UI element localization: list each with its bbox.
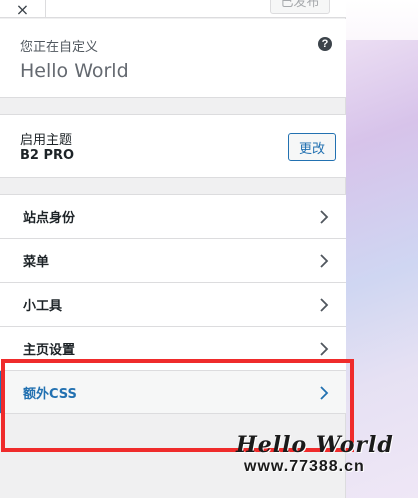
- site-title: Hello World: [20, 60, 129, 82]
- menu-item-homepage-settings[interactable]: 主页设置: [0, 326, 346, 370]
- customizer-header: × 已发布: [0, 0, 346, 18]
- menu-item-site-identity[interactable]: 站点身份: [0, 194, 346, 238]
- preview-top-band: [346, 0, 418, 40]
- menu-item-label: 小工具: [23, 299, 63, 314]
- site-preview: [346, 0, 418, 498]
- chevron-right-icon: [320, 386, 329, 400]
- chevron-right-icon: [320, 254, 329, 268]
- theme-name: B2 PRO: [20, 148, 75, 163]
- customizer-menu: 站点身份 菜单 小工具 主页设置 额外CSS: [0, 194, 346, 414]
- chevron-right-icon: [320, 342, 329, 356]
- change-theme-button[interactable]: 更改: [288, 133, 336, 161]
- publish-button[interactable]: 已发布: [270, 0, 330, 14]
- menu-item-label: 菜单: [23, 255, 50, 270]
- active-theme-label: 启用主题: [20, 133, 73, 148]
- menu-item-widgets[interactable]: 小工具: [0, 282, 346, 326]
- watermark-url: www.77388.cn: [244, 458, 365, 475]
- menu-item-label: 主页设置: [23, 343, 76, 358]
- menu-item-additional-css[interactable]: 额外CSS: [0, 370, 346, 414]
- menu-item-menus[interactable]: 菜单: [0, 238, 346, 282]
- active-theme-section: 启用主题 B2 PRO 更改: [0, 114, 346, 178]
- close-icon[interactable]: ×: [0, 0, 46, 18]
- menu-item-label: 站点身份: [23, 211, 76, 226]
- chevron-right-icon: [320, 298, 329, 312]
- help-icon[interactable]: ?: [318, 37, 332, 51]
- customizer-panel: × 已发布 您正在自定义 Hello World ? 启用主题 B2 PRO 更…: [0, 0, 346, 498]
- watermark-title: Hello World: [236, 432, 394, 458]
- customizing-label: 您正在自定义: [20, 40, 99, 55]
- customizing-info: 您正在自定义 Hello World ?: [0, 19, 346, 98]
- menu-item-label: 额外CSS: [23, 386, 77, 402]
- chevron-right-icon: [320, 210, 329, 224]
